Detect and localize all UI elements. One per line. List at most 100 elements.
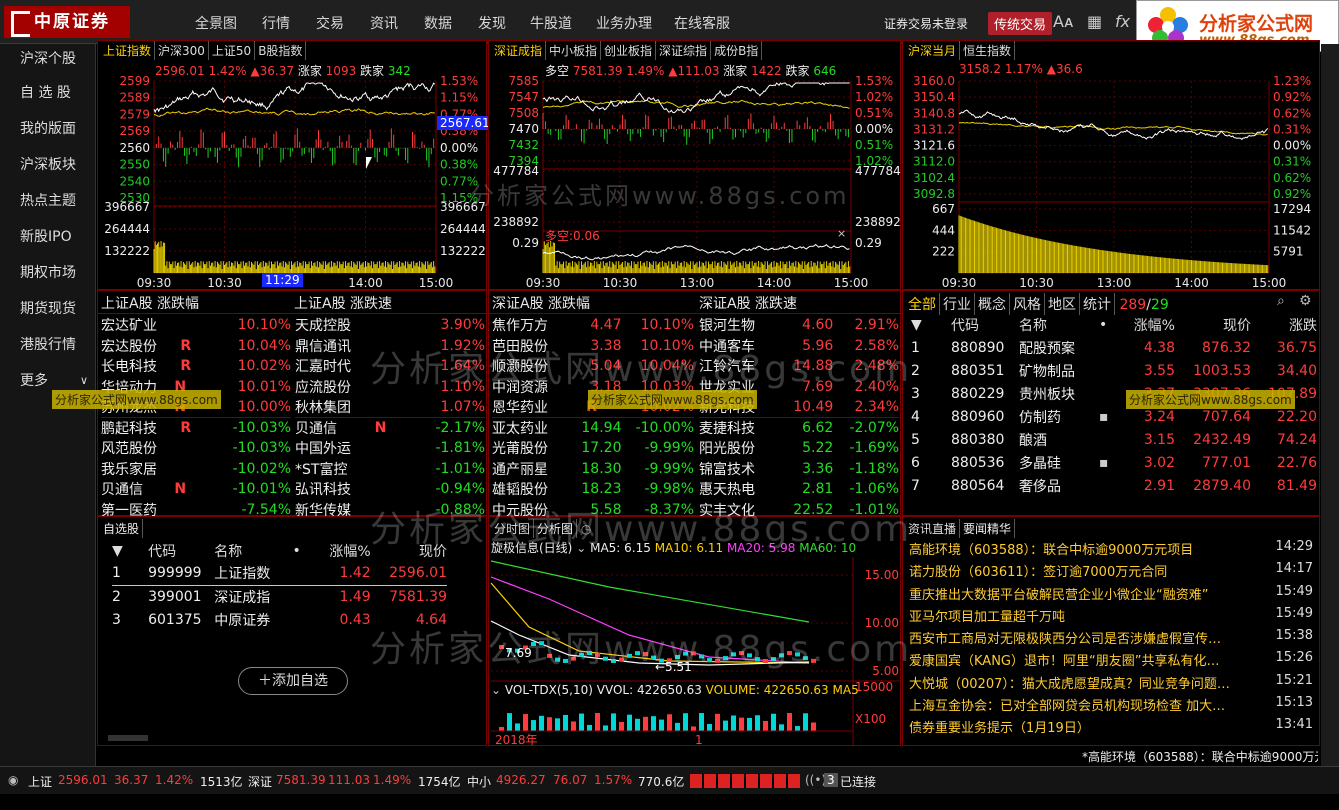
nav-bull-stocks[interactable]: 牛股道	[530, 13, 572, 33]
news-item[interactable]: 亚马尔项目加工量超千万吨 15:49	[909, 606, 1319, 628]
col-name[interactable]: 名称	[1019, 313, 1099, 336]
news-item[interactable]: 西安市工商局对无限极陕西分公司是否涉嫌虚假宣传… 15:38	[909, 628, 1319, 650]
tab-watchlist[interactable]: 自选股	[100, 519, 144, 538]
table-row[interactable]: 雄韬股份 18.23 -9.98%	[492, 479, 694, 500]
table-row[interactable]: *ST富控 -1.01%	[295, 459, 485, 480]
futures-intraday-chart[interactable]: 3160.0 1.23% 3150.4 0.92% 3140.8 0.62% 3131.2 0…	[903, 41, 1321, 291]
news-item[interactable]: 诺力股份（603611）：签订逾7000万元合同 14:17	[909, 561, 1319, 583]
table-row[interactable]: 长电科技 R 10.02%	[101, 356, 291, 377]
news-item[interactable]: 债券重要业务提示（1月19日） 13:41	[909, 717, 1319, 739]
table-row[interactable]: 惠天热电 2.81 -1.06%	[699, 479, 899, 500]
table-row[interactable]: 宏达股份 R 10.04%	[101, 336, 291, 357]
news-ticker[interactable]: *高能环境（603588）：联合中标逾9000万元	[1082, 748, 1318, 765]
close-icon[interactable]: ×	[837, 227, 846, 240]
table-row[interactable]: 贝通信 N -10.01%	[101, 479, 291, 500]
nav-business[interactable]: 业务办理	[596, 13, 652, 33]
col-price[interactable]: 现价	[1175, 313, 1251, 336]
formula-icon[interactable]: fx	[1115, 12, 1130, 31]
table-row[interactable]: 顺灏股份 5.04 10.04%	[492, 356, 694, 377]
news-item[interactable]: 大悦城（00207）：猫大成虎愿望成真？同业竞争问题… 15:21	[909, 673, 1319, 695]
tab-news-live[interactable]: 资讯直播	[905, 519, 961, 538]
tab-all[interactable]: 全部	[905, 293, 940, 315]
table-row[interactable]: 1 999999 上证指数 1.42 2596.01	[112, 562, 447, 585]
alert-icon[interactable]: ◉	[8, 773, 18, 787]
kline-chart[interactable]: 15.00 10.00 5.00 7.69 ←5.51 X100 15000 2018年 1	[489, 517, 902, 747]
table-row[interactable]: 3 601375 中原证券 0.43 4.64	[112, 608, 447, 631]
tab-industry[interactable]: 行业	[940, 293, 975, 315]
sort-arrow-icon[interactable]: ▼	[112, 539, 148, 562]
news-item[interactable]: 高能环境（603588）：联合中标逾9000万元项目 14:29	[909, 539, 1319, 561]
table-row[interactable]: 风范股份 -10.03%	[101, 438, 291, 459]
sidebar-item-watchlist[interactable]: 自 选 股	[0, 78, 96, 108]
news-item[interactable]: 爱康国宾（KANG）退市！阿里“朋友圈”共享私有化… 15:26	[909, 650, 1319, 672]
tab-stats[interactable]: 统计	[1080, 293, 1115, 315]
sidebar-item-futures[interactable]: 期货现货	[0, 294, 96, 324]
table-row[interactable]: 鹏起科技 R -10.03%	[101, 417, 291, 439]
table-row[interactable]: 通产丽星 18.30 -9.99%	[492, 459, 694, 480]
col-name[interactable]: 名称	[214, 539, 292, 562]
table-row[interactable]: 芭田股份 3.38 10.10%	[492, 336, 694, 357]
table-row[interactable]: 锦富技术 3.36 -1.18%	[699, 459, 899, 480]
traditional-trade-button[interactable]: 传统交易	[988, 12, 1053, 35]
table-row[interactable]: 贝通信 N -2.17%	[295, 417, 485, 439]
table-row[interactable]: 亚太药业 14.94 -10.00%	[492, 417, 694, 439]
table-row[interactable]: 应流股份 1.10%	[295, 377, 485, 398]
tab-region[interactable]: 地区	[1045, 293, 1080, 315]
table-row[interactable]: 中国外运 -1.81%	[295, 438, 485, 459]
col-price[interactable]: 现价	[371, 539, 447, 562]
nav-overview[interactable]: 全景图	[195, 13, 237, 33]
horizontal-scrollbar[interactable]	[108, 735, 148, 741]
vertical-scrollbar[interactable]	[1321, 44, 1339, 766]
sidebar-item-my-layout[interactable]: 我的版面	[0, 114, 96, 144]
table-row[interactable]: 光莆股份 17.20 -9.99%	[492, 438, 694, 459]
tab-concept[interactable]: 概念	[975, 293, 1010, 315]
table-row[interactable]: 5 880380 酿酒 3.15 2432.49 74.24	[911, 428, 1317, 451]
gear-icon[interactable]: ⚙	[1299, 293, 1312, 309]
table-row[interactable]: 宏达矿业 10.10%	[101, 315, 291, 336]
news-item[interactable]: 上海互金协会：已对全部网贷会员机构现场检查 加大… 15:13	[909, 695, 1319, 717]
table-row[interactable]: 2 880351 矿物制品 3.55 1003.53 34.40	[911, 359, 1317, 382]
news-item[interactable]: 重庆推出大数据平台破解民营企业小微企业“融资难” 15:49	[909, 584, 1319, 606]
table-row[interactable]: 汇嘉时代 1.64%	[295, 356, 485, 377]
table-row[interactable]: 银河生物 4.60 2.91%	[699, 315, 899, 336]
nav-news[interactable]: 资讯	[370, 13, 398, 33]
table-row[interactable]: 7 880564 奢侈品 2.91 2879.40 81.49	[911, 474, 1317, 497]
table-row[interactable]: 天成控股 3.90%	[295, 315, 485, 336]
col-change-pct[interactable]: 涨幅%	[1119, 313, 1175, 336]
table-row[interactable]: 我乐家居 -10.02%	[101, 459, 291, 480]
col-change[interactable]: 涨跌	[1251, 313, 1317, 336]
sidebar-item-stocks[interactable]: 沪深个股	[0, 44, 96, 74]
grid-layout-icon[interactable]: ▦	[1087, 12, 1102, 31]
table-row[interactable]: 弘讯科技 -0.94%	[295, 479, 485, 500]
sz-intraday-chart[interactable]: 7585 1.53% 7547 1.02% 7508 0.51% 7470 0.00% 7432…	[489, 41, 902, 291]
search-icon[interactable]: ⌕	[1277, 293, 1285, 309]
sidebar-item-hot-topics[interactable]: 热点主题	[0, 186, 96, 216]
sh-intraday-chart[interactable]: 2599 1.53% 2589 1.15% 2579 0.77% 2569 0.38% 2560…	[98, 41, 488, 291]
col-code[interactable]: 代码	[951, 313, 1019, 336]
nav-online-service[interactable]: 在线客服	[674, 13, 730, 33]
nav-discover[interactable]: 发现	[478, 13, 506, 33]
table-row[interactable]: 中通客车 5.96 2.58%	[699, 336, 899, 357]
table-row[interactable]: 江铃汽车 14.88 2.48%	[699, 356, 899, 377]
sidebar-item-options[interactable]: 期权市场	[0, 258, 96, 288]
table-row[interactable]: 2 399001 深证成指 1.49 7581.39	[112, 585, 447, 608]
nav-quotes[interactable]: 行情	[262, 13, 290, 33]
nav-data[interactable]: 数据	[424, 13, 452, 33]
col-code[interactable]: 代码	[148, 539, 214, 562]
tab-news-highlights[interactable]: 要闻精华	[960, 519, 1016, 538]
font-size-icon[interactable]: Aᴀ	[1053, 12, 1073, 31]
sidebar-item-hk[interactable]: 港股行情	[0, 330, 96, 360]
table-row[interactable]: 焦作万方 4.47 10.10%	[492, 315, 694, 336]
table-row[interactable]: 鼎信通讯 1.92%	[295, 336, 485, 357]
table-row[interactable]: 1 880890 配股预案 4.38 876.32 36.75	[911, 336, 1317, 359]
tab-style[interactable]: 风格	[1010, 293, 1045, 315]
sort-arrow-icon[interactable]: ▼	[911, 313, 951, 336]
table-row[interactable]: 6 880536 多晶硅 ▪ 3.02 777.01 22.76	[911, 451, 1317, 474]
sidebar-item-sectors[interactable]: 沪深板块	[0, 150, 96, 180]
table-row[interactable]: 麦捷科技 6.62 -2.07%	[699, 417, 899, 439]
nav-trade[interactable]: 交易	[316, 13, 344, 33]
table-row[interactable]: 秋林集团 1.07%	[295, 397, 485, 418]
add-watchlist-button[interactable]: ＋添加自选	[238, 667, 348, 695]
col-change-pct[interactable]: 涨幅%	[321, 539, 370, 562]
table-row[interactable]: 阳光股份 5.22 -1.69%	[699, 438, 899, 459]
